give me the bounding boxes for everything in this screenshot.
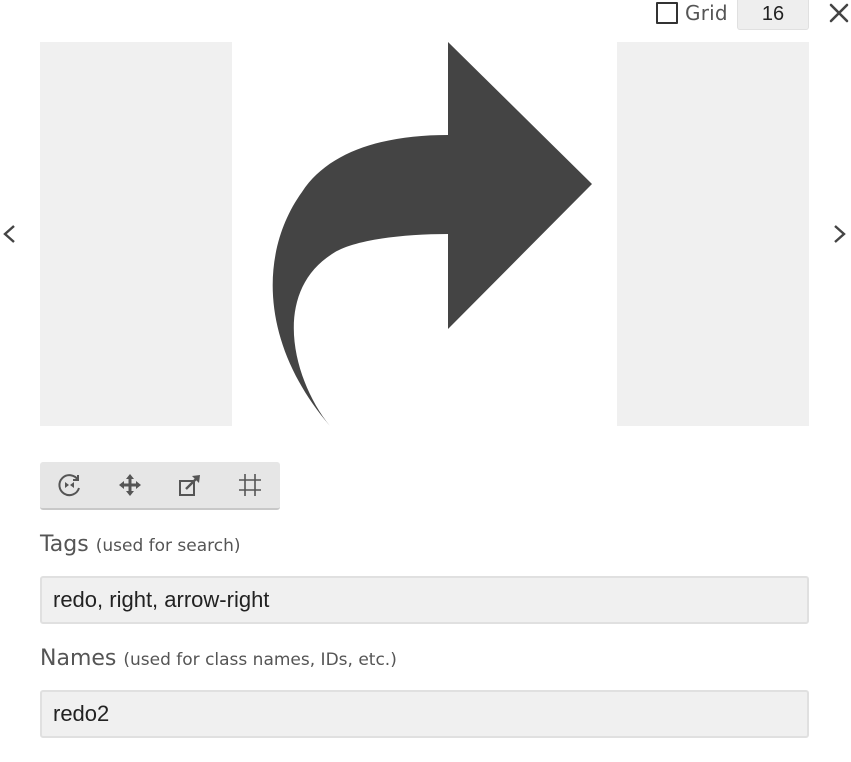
glyph-padding-left — [40, 42, 232, 426]
tags-input[interactable] — [40, 576, 809, 624]
names-label-text: Names — [40, 646, 117, 671]
glyph-padding-right — [617, 42, 809, 426]
close-icon[interactable] — [828, 2, 850, 24]
tags-label: Tags (used for search) — [40, 532, 241, 557]
grid-checkbox[interactable] — [656, 2, 678, 24]
chevron-right-icon[interactable] — [830, 220, 850, 248]
grid-toggle[interactable]: Grid — [656, 0, 728, 26]
names-hint: (used for class names, IDs, etc.) — [123, 650, 397, 670]
grid-crop-icon[interactable] — [235, 470, 265, 500]
tags-label-text: Tags — [40, 532, 89, 557]
resize-icon[interactable] — [175, 470, 205, 500]
names-label: Names (used for class names, IDs, etc.) — [40, 646, 397, 671]
tags-hint: (used for search) — [95, 536, 241, 556]
rotate-flip-icon[interactable] — [55, 470, 85, 500]
grid-size-input[interactable] — [737, 0, 809, 30]
glyph-preview — [40, 42, 809, 426]
glyph-toolbar — [40, 462, 280, 510]
redo-arrow-glyph — [232, 42, 617, 426]
grid-label: Grid — [685, 1, 728, 25]
chevron-left-icon[interactable] — [0, 220, 20, 248]
move-icon[interactable] — [115, 470, 145, 500]
names-input[interactable] — [40, 690, 809, 738]
